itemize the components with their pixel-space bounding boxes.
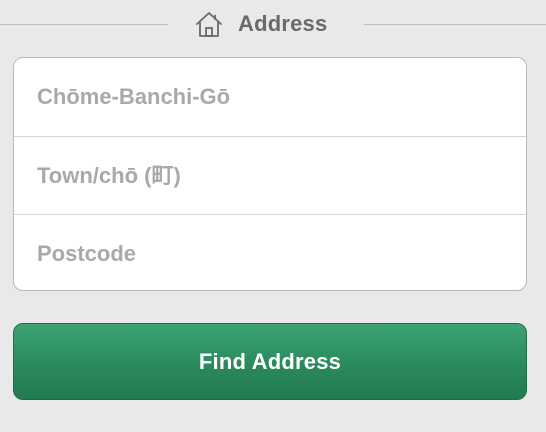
- chome-banchi-go-input[interactable]: [37, 84, 507, 110]
- address-input-group: [13, 57, 527, 291]
- postcode-field-row: [14, 214, 526, 290]
- header-divider-left: [0, 24, 168, 25]
- section-title: Address: [238, 11, 328, 36]
- town-field-row: [14, 136, 526, 214]
- town-cho-input[interactable]: [37, 162, 507, 189]
- address-section-header: Address: [0, 4, 546, 44]
- header-divider-right: [364, 24, 546, 25]
- address-form: Address Find Address: [0, 0, 546, 432]
- postcode-input[interactable]: [37, 240, 507, 267]
- find-address-button-label: Find Address: [198, 348, 342, 374]
- find-address-button[interactable]: Find Address: [13, 323, 527, 400]
- house-icon: [196, 12, 222, 37]
- header-content: Address: [194, 6, 327, 42]
- chome-field-row: [14, 58, 526, 136]
